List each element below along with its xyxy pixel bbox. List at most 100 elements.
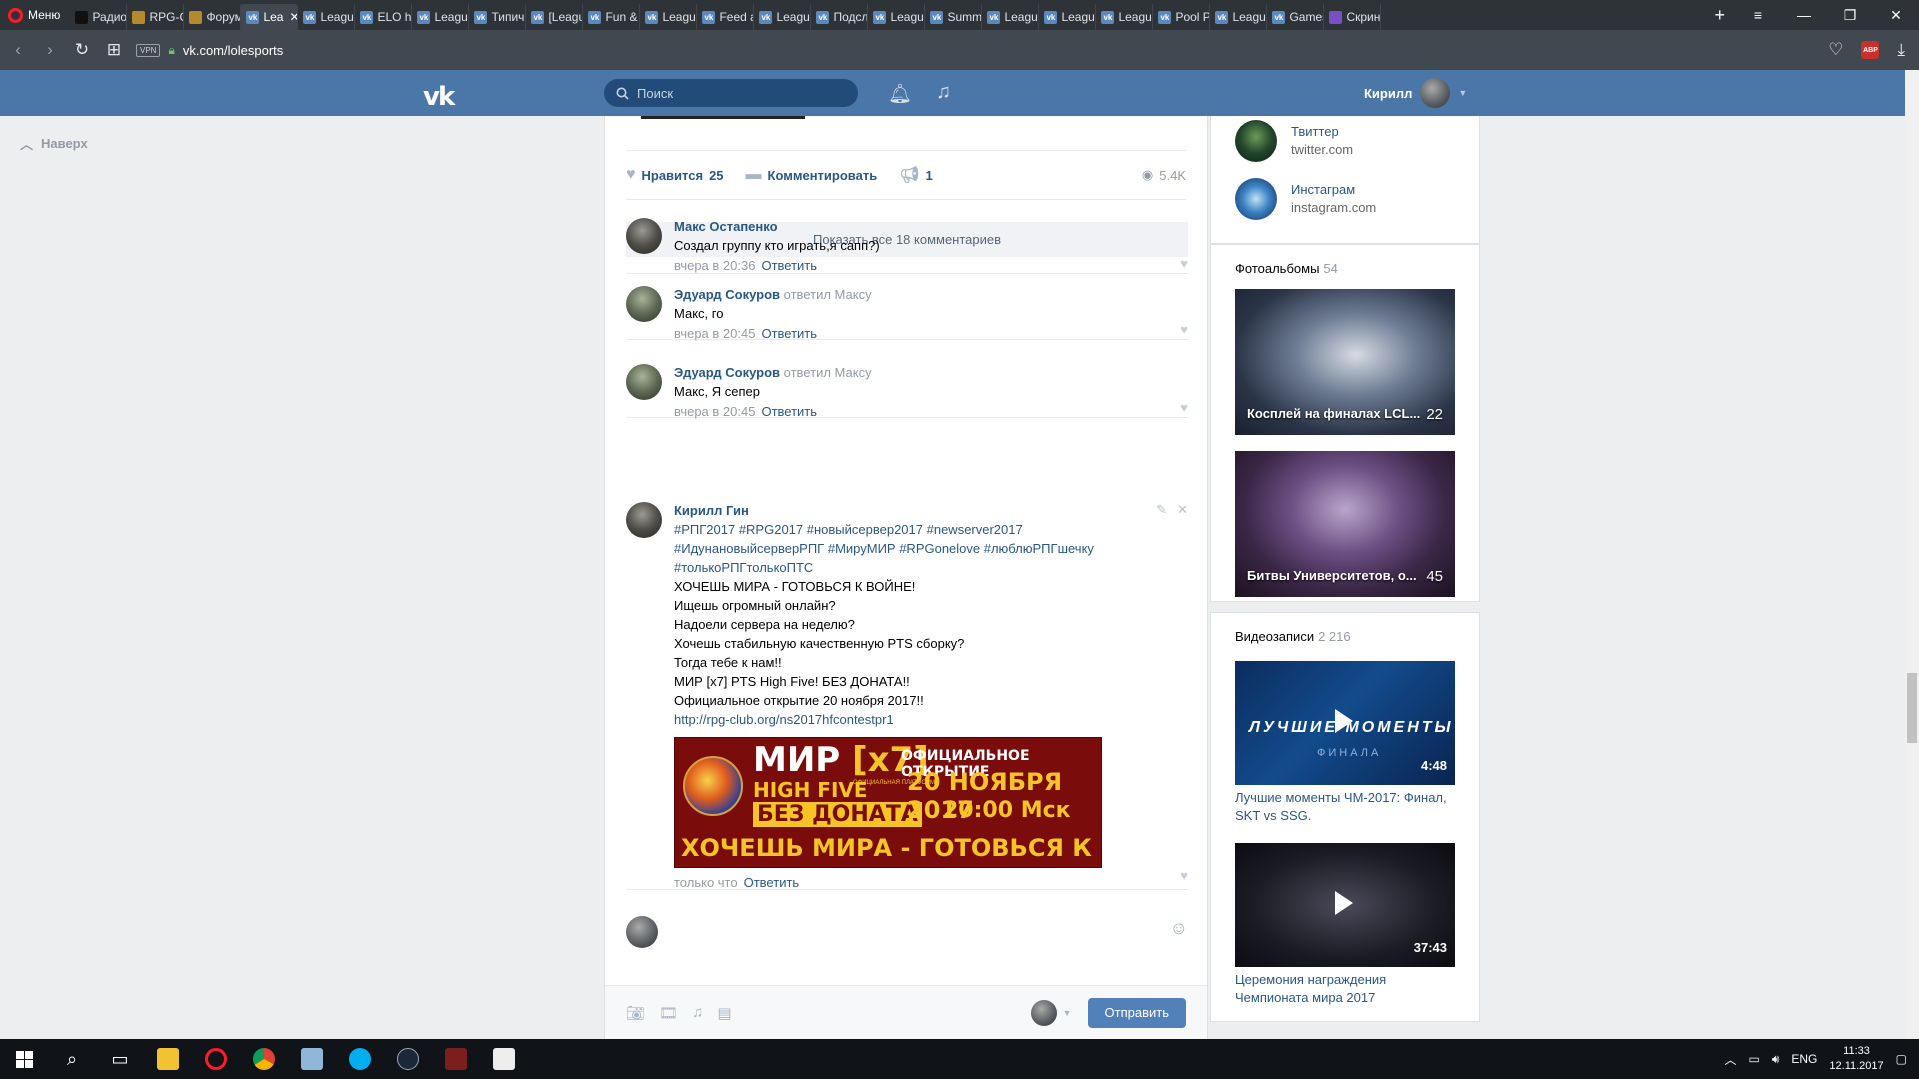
tray-chevron-up-icon[interactable]: ︿ (1724, 1051, 1736, 1068)
reply-link[interactable]: Ответить (744, 875, 800, 890)
browser-tab[interactable]: Радио (70, 4, 128, 30)
vk-search-box[interactable] (604, 79, 858, 107)
browser-tab[interactable]: vkLeague (298, 4, 356, 30)
comment-time[interactable]: вчера в 20:45 (674, 326, 755, 341)
user-menu[interactable]: Кирилл ▼ (1364, 78, 1467, 108)
close-window-button[interactable]: ✕ (1873, 7, 1919, 24)
browser-tab[interactable]: vkELO he (355, 4, 413, 30)
notifications-icon[interactable]: ▢ (1896, 1052, 1907, 1066)
comment-author[interactable]: Кирилл Гин (674, 502, 1188, 520)
start-button[interactable] (0, 1039, 48, 1079)
game-app-icon[interactable] (432, 1039, 480, 1079)
lock-icon[interactable]: 🔒︎ (168, 43, 174, 58)
browser-tab[interactable]: vkLeague (982, 4, 1040, 30)
video-thumbnail[interactable]: 37:43 (1235, 843, 1455, 967)
volume-icon[interactable]: 🔊︎ (1772, 1052, 1780, 1067)
album-item[interactable]: Косплей на финалах LCL... 22 (1235, 289, 1455, 435)
task-view-icon[interactable]: ▭ (96, 1039, 144, 1079)
browser-tab[interactable]: RPG-C (127, 4, 185, 30)
hashtags-line[interactable]: #толькоРПГтолькоПТС (674, 558, 1188, 577)
search-icon[interactable]: ⌕ (48, 1039, 96, 1079)
edit-pencil-icon[interactable]: ✎ (1156, 502, 1167, 518)
browser-tab[interactable]: vkLeague (1039, 4, 1097, 30)
restore-button[interactable]: ❐ (1827, 7, 1873, 24)
reply-link[interactable]: Ответить (761, 404, 817, 419)
comment-time[interactable]: вчера в 20:36 (674, 258, 755, 273)
album-item[interactable]: Битвы Университетов, о... 45 (1235, 451, 1455, 597)
comment-author[interactable]: Макс Остапенко (674, 218, 1188, 236)
language-indicator[interactable]: ENG (1791, 1052, 1817, 1066)
bookmark-heart-icon[interactable]: ♡ (1828, 40, 1843, 60)
smiley-icon[interactable]: ☺ (1170, 918, 1188, 992)
back-icon[interactable]: ‹ (8, 40, 28, 60)
video-thumbnail[interactable]: ЛУЧШИЕ МОМЕНТЫ ФИНАЛА 4:48 (1235, 661, 1455, 785)
browser-tab[interactable]: vk Подсл (811, 4, 869, 30)
browser-tab[interactable]: vkLeague (868, 4, 926, 30)
reply-link[interactable]: Ответить (761, 326, 817, 341)
video-title[interactable]: Церемония награждения Чемпионата мира 20… (1235, 971, 1455, 1007)
chrome-app-icon[interactable] (240, 1039, 288, 1079)
browser-tab[interactable]: vk Summ (925, 4, 983, 30)
share-button[interactable]: 📢︎ 1 (899, 165, 933, 185)
film-icon[interactable]: 🎞︎ (659, 1004, 678, 1022)
browser-tab[interactable]: vk Feed a (697, 4, 755, 30)
url-field[interactable]: VPN 🔒︎ vk.com/lolesports (136, 37, 1816, 63)
back-to-top-link[interactable]: ︿ Наверх (20, 134, 88, 153)
reply-link[interactable]: Ответить (761, 258, 817, 273)
network-icon[interactable]: ▭ (1748, 1052, 1759, 1066)
browser-tab[interactable]: vk Pool P (1153, 4, 1211, 30)
steam-app-icon[interactable] (384, 1039, 432, 1079)
comment-author[interactable]: Эдуард Сокуров (674, 365, 780, 380)
browser-tab[interactable]: vkLeague (754, 4, 812, 30)
comment-link[interactable]: http://rpg-club.org/ns2017hfcontestpr1 (674, 710, 1188, 729)
promo-banner-image[interactable]: МИР [x7] HIGH FIVE ОФИЦИАЛЬНАЯ ПЛАТФОРМА… (674, 737, 1102, 868)
notifications-bell-icon[interactable]: 🔔︎ (888, 82, 912, 106)
browser-tab[interactable]: vkLeague (1096, 4, 1154, 30)
document-icon[interactable]: ▤ (717, 1004, 731, 1022)
close-tab-icon[interactable]: ✕ (289, 10, 297, 24)
comment-like-icon[interactable]: ♥ (1180, 322, 1188, 337)
video-editor-app-icon[interactable] (480, 1039, 528, 1079)
hashtags-line[interactable]: #РПГ2017 #RPG2017 #новыйсервер2017 #news… (674, 520, 1188, 539)
delete-icon[interactable]: ✕ (1177, 502, 1188, 518)
url-text[interactable]: vk.com/lolesports (183, 43, 283, 58)
chevron-down-icon[interactable]: ▼ (1063, 1008, 1072, 1018)
music-note-icon[interactable]: ♫ (936, 81, 951, 104)
avatar[interactable] (626, 364, 662, 400)
music-note-icon[interactable]: ♫ (692, 1004, 703, 1022)
comment-like-icon[interactable]: ♥ (1180, 256, 1188, 271)
browser-tab[interactable]: Скрин (1324, 4, 1382, 30)
comment-button[interactable]: ▬ Комментировать (746, 166, 878, 184)
file-explorer-icon[interactable] (144, 1039, 192, 1079)
avatar[interactable] (626, 502, 662, 538)
send-button[interactable]: Отправить (1087, 997, 1186, 1028)
avatar[interactable] (626, 286, 662, 322)
adblock-icon[interactable]: ABP (1861, 41, 1880, 59)
tab-menu-icon[interactable]: ≡ (1735, 7, 1781, 23)
hashtags-line[interactable]: #ИдунановыйсерверРПГ #МируМИР #RPGonelov… (674, 539, 1188, 558)
browser-tab[interactable]: vkLea ✕ (241, 4, 299, 30)
browser-tab[interactable]: vk Games (1267, 4, 1325, 30)
camera-icon[interactable]: 📷︎ (626, 1004, 645, 1022)
page-scrollbar[interactable] (1905, 70, 1919, 1039)
browser-tab[interactable]: vk [Leagu (526, 4, 584, 30)
comment-input[interactable] (670, 916, 1170, 956)
vk-logo-icon[interactable]: vk (423, 82, 455, 112)
link-instagram[interactable]: Инстаграм instagram.com (1235, 178, 1376, 220)
link-twitter[interactable]: Твиттер twitter.com (1235, 120, 1353, 162)
browser-tab[interactable]: vkLeague (1210, 4, 1268, 30)
skype-app-icon[interactable] (336, 1039, 384, 1079)
browser-tab[interactable]: Форум (184, 4, 242, 30)
forward-icon[interactable]: › (40, 40, 60, 60)
browser-tab[interactable]: vkLeague (412, 4, 470, 30)
comment-time[interactable]: только что (674, 875, 738, 890)
comment-time[interactable]: вчера в 20:45 (674, 404, 755, 419)
browser-tab[interactable]: vk Типич (469, 4, 527, 30)
minimize-button[interactable]: — (1781, 7, 1827, 23)
video-title[interactable]: Лучшие моменты ЧМ-2017: Финал, SKT vs SS… (1235, 789, 1455, 825)
reload-icon[interactable]: ↻ (72, 40, 92, 60)
notepad-app-icon[interactable] (288, 1039, 336, 1079)
videos-header[interactable]: Видеозаписи 2 216 (1235, 629, 1351, 644)
download-icon[interactable]: ⤓ (1897, 40, 1905, 60)
albums-header[interactable]: Фотоальбомы 54 (1235, 261, 1338, 276)
